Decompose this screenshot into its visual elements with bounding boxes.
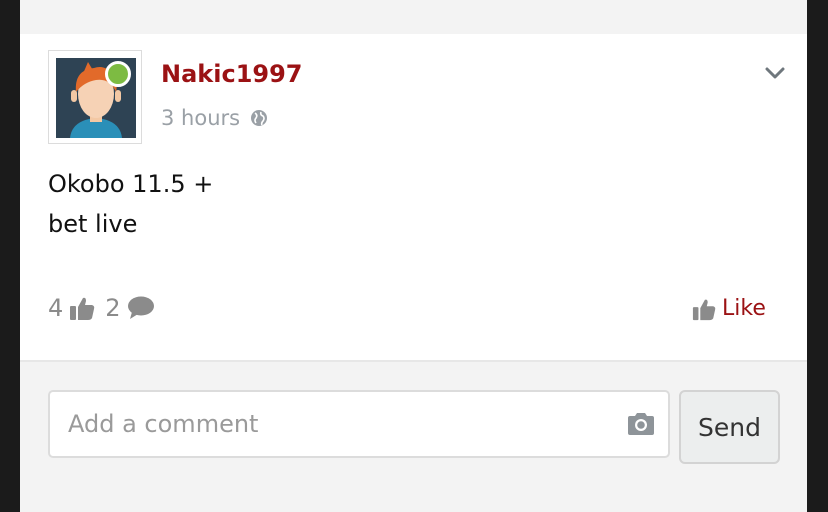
online-status-icon	[105, 61, 131, 87]
thumbs-up-icon[interactable]	[69, 295, 95, 321]
like-button[interactable]: Like	[692, 296, 766, 321]
like-count[interactable]: 4	[48, 294, 63, 322]
post-stats: 4 2	[48, 294, 165, 322]
thumbs-up-icon	[692, 299, 716, 320]
post-meta: 3 hours	[161, 106, 268, 130]
post-text-line: Okobo 11.5 +	[48, 170, 214, 198]
avatar[interactable]	[48, 50, 142, 144]
comment-placeholder: Add a comment	[68, 410, 259, 438]
feed-frame: Nakic1997 3 hours Okobo 11.5 + bet live …	[20, 0, 807, 512]
chevron-down-icon[interactable]	[765, 66, 785, 80]
post-text-line: bet live	[48, 210, 138, 238]
comment-count[interactable]: 2	[105, 294, 120, 322]
send-button[interactable]: Send	[679, 390, 780, 464]
post-body: Okobo 11.5 + bet live	[48, 164, 213, 244]
globe-icon	[251, 110, 268, 126]
post-author[interactable]: Nakic1997	[161, 60, 303, 88]
comment-input[interactable]: Add a comment	[48, 390, 670, 458]
comment-bubble-icon[interactable]	[127, 296, 155, 320]
post-card: Nakic1997 3 hours Okobo 11.5 + bet live …	[20, 34, 807, 362]
like-button-label: Like	[722, 296, 766, 321]
post-time[interactable]: 3 hours	[161, 106, 240, 130]
camera-icon[interactable]	[626, 412, 656, 436]
